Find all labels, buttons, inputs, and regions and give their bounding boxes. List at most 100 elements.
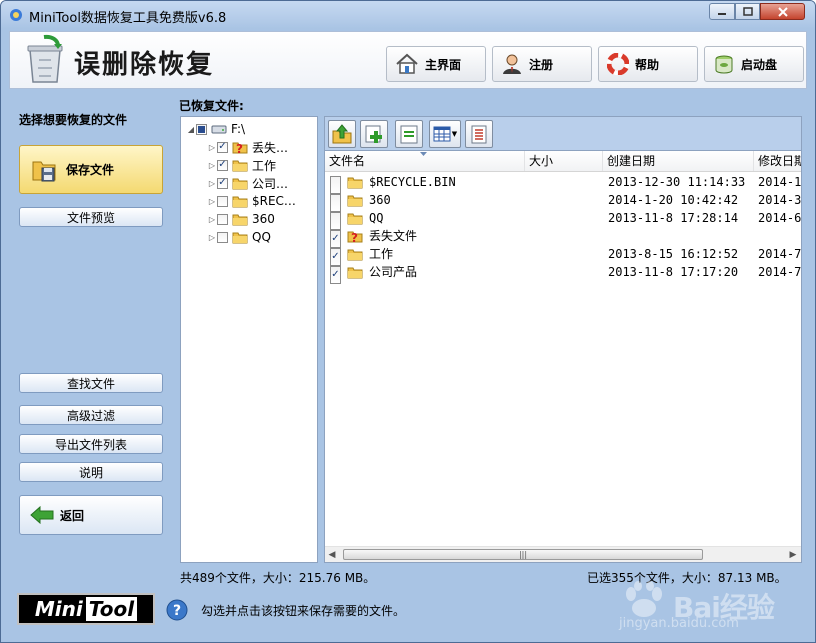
total-files-status: 共489个文件，大小：215.76 MB。 bbox=[180, 571, 376, 585]
column-created[interactable]: 创建日期 bbox=[603, 151, 754, 171]
column-size[interactable]: 大小 bbox=[525, 151, 603, 171]
tree-item-label: 工作 bbox=[252, 158, 277, 173]
view-mode-button[interactable]: ▼ bbox=[429, 120, 461, 148]
minitool-logo: Mini Tool bbox=[17, 593, 155, 625]
close-button[interactable] bbox=[760, 3, 805, 20]
save-file-icon bbox=[32, 161, 56, 181]
arrow-left-icon bbox=[30, 506, 54, 524]
minimize-button[interactable] bbox=[709, 3, 735, 20]
tree-item-checkbox[interactable] bbox=[217, 213, 228, 225]
selected-files-status: 已选355个文件，大小：87.13 MB。 bbox=[587, 571, 787, 585]
svg-text:?: ? bbox=[173, 603, 181, 619]
add-button[interactable] bbox=[360, 120, 388, 148]
find-file-button[interactable]: 查找文件 bbox=[19, 373, 163, 393]
footer-hint: 勾选并点击该按钮来保存需要的文件。 bbox=[201, 604, 406, 618]
scroll-left-icon[interactable]: ◀ bbox=[327, 550, 337, 560]
expand-right-icon[interactable]: ▷ bbox=[207, 179, 217, 188]
file-list[interactable]: 文件名 大小 创建日期 修改日期 $RECYCLE.BIN 2013-12-30 … bbox=[324, 151, 802, 563]
row-modified: 2014-1- bbox=[758, 175, 802, 189]
expand-right-icon[interactable]: ▷ bbox=[207, 143, 217, 152]
dropdown-arrow-icon: ▼ bbox=[451, 130, 458, 138]
tree-item[interactable]: ▷ ✓ 公司… bbox=[207, 174, 288, 192]
tree-root-checkbox[interactable] bbox=[196, 123, 207, 135]
help-button-label: 帮助 bbox=[635, 57, 660, 72]
lost-file-icon: ? bbox=[232, 142, 248, 154]
folder-icon bbox=[232, 232, 248, 244]
expand-right-icon[interactable]: ▷ bbox=[207, 233, 217, 242]
folder-icon bbox=[232, 196, 248, 208]
row-size bbox=[529, 263, 603, 281]
help-button[interactable]: 帮助 bbox=[598, 46, 698, 82]
logo-mini-text: Mini bbox=[34, 597, 83, 621]
description-button[interactable]: 说明 bbox=[19, 462, 163, 482]
row-created: 2013-8-15 16:12:52 bbox=[608, 247, 739, 261]
folder-icon bbox=[347, 249, 363, 261]
row-name: 360 bbox=[369, 193, 391, 207]
table-row[interactable]: $RECYCLE.BIN 2013-12-30 11:14:33 2014-1- bbox=[325, 173, 802, 194]
select-button[interactable] bbox=[395, 120, 423, 148]
table-row[interactable]: ✓? 丢失文件 bbox=[325, 227, 801, 248]
help-icon[interactable]: ? bbox=[166, 599, 188, 621]
back-button[interactable]: 返回 bbox=[19, 495, 163, 535]
tree-item[interactable]: ▷ QQ bbox=[207, 228, 271, 246]
logo-tool-text: Tool bbox=[85, 597, 138, 621]
row-name: 丢失文件 bbox=[369, 229, 418, 243]
register-button-label: 注册 bbox=[529, 57, 554, 72]
file-preview-button[interactable]: 文件预览 bbox=[19, 207, 163, 227]
minimize-icon bbox=[718, 12, 726, 15]
close-icon bbox=[777, 6, 788, 17]
table-row[interactable]: 360 2014-1-20 10:42:42 2014-3- bbox=[325, 191, 801, 212]
row-checkbox[interactable]: ✓ bbox=[330, 266, 341, 284]
expand-right-icon[interactable]: ▷ bbox=[207, 215, 217, 224]
tree-item-checkbox[interactable] bbox=[217, 231, 228, 243]
home-button[interactable]: 主界面 bbox=[386, 46, 486, 82]
folder-up-icon bbox=[332, 124, 352, 144]
title-bar[interactable]: MiniTool数据恢复工具免费版v6.8 bbox=[1, 1, 815, 29]
tree-item-label: 丢失… bbox=[252, 140, 289, 155]
add-icon bbox=[365, 125, 382, 143]
save-file-button[interactable]: 保存文件 bbox=[19, 145, 163, 194]
row-size bbox=[529, 209, 603, 227]
tree-item[interactable]: ▷ $REC… bbox=[207, 192, 296, 210]
expand-down-icon[interactable]: ◢ bbox=[186, 125, 196, 134]
back-button-label: 返回 bbox=[60, 508, 85, 523]
tree-item-checkbox[interactable]: ✓ bbox=[217, 141, 228, 153]
drive-icon bbox=[211, 125, 227, 134]
row-name: $RECYCLE.BIN bbox=[369, 175, 456, 189]
table-row[interactable]: ✓工作2013-8-15 16:12:522014-7- bbox=[325, 245, 801, 266]
maximize-button[interactable] bbox=[735, 3, 760, 20]
bootdisk-button[interactable]: 启动盘 bbox=[704, 46, 804, 82]
home-icon bbox=[396, 53, 418, 74]
tree-item[interactable]: ▷ ✓ 工作 bbox=[207, 156, 276, 174]
row-size bbox=[529, 245, 603, 263]
tree-root[interactable]: ◢ F:\ bbox=[186, 120, 245, 138]
up-level-button[interactable] bbox=[328, 120, 356, 148]
row-created: 2013-12-30 11:14:33 bbox=[608, 175, 746, 189]
header: 误删除恢复 主界面 注册 帮助 启动盘 bbox=[9, 31, 807, 89]
folder-tree[interactable]: ◢ F:\ ▷ ✓? 丢失… ▷ ✓ 工作 ▷ ✓ 公司… ▷ $REC… ▷ 360 ▷ QQ bbox=[180, 116, 318, 563]
tree-item[interactable]: ▷ ✓? 丢失… bbox=[207, 138, 288, 156]
folder-icon bbox=[347, 267, 363, 279]
row-modified: 2014-7- bbox=[758, 265, 802, 279]
row-name: 工作 bbox=[369, 247, 394, 261]
folder-icon bbox=[347, 213, 363, 225]
tree-item-checkbox[interactable]: ✓ bbox=[217, 177, 228, 189]
expand-right-icon[interactable]: ▷ bbox=[207, 161, 217, 170]
tree-item-checkbox[interactable]: ✓ bbox=[217, 159, 228, 171]
scrollbar-thumb[interactable]: ||| bbox=[343, 549, 703, 560]
horizontal-scrollbar[interactable]: ◀ ||| ▶ bbox=[325, 546, 801, 562]
lifebuoy-icon bbox=[607, 53, 629, 75]
tree-item-checkbox[interactable] bbox=[217, 195, 228, 207]
tree-item[interactable]: ▷ 360 bbox=[207, 210, 275, 228]
expand-right-icon[interactable]: ▷ bbox=[207, 197, 217, 206]
column-modified[interactable]: 修改日期 bbox=[754, 151, 801, 171]
table-row[interactable]: QQ 2013-11-8 17:28:14 2014-6- bbox=[325, 209, 801, 230]
file-info-button[interactable] bbox=[465, 120, 493, 148]
scroll-right-icon[interactable]: ▶ bbox=[788, 550, 798, 560]
table-row[interactable]: ✓ 公司产品 2013-11-8 17:17:20 2014-7- bbox=[325, 263, 802, 284]
register-button[interactable]: 注册 bbox=[492, 46, 592, 82]
export-file-list-button[interactable]: 导出文件列表 bbox=[19, 434, 163, 454]
advanced-filter-button[interactable]: 高级过滤 bbox=[19, 405, 163, 425]
home-button-label: 主界面 bbox=[425, 57, 462, 72]
watermark-url: jingyan.baidu.com bbox=[619, 616, 739, 631]
